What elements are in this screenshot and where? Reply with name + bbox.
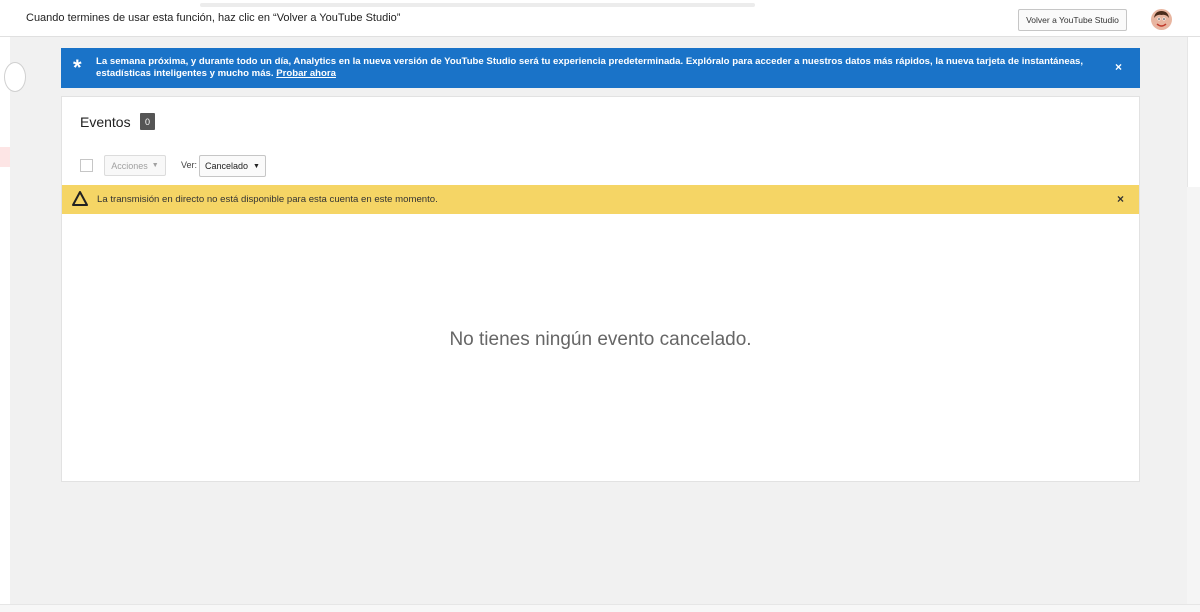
left-circle-residue xyxy=(4,62,26,92)
actions-button[interactable]: Acciones ▼ xyxy=(104,155,166,176)
select-all-checkbox[interactable] xyxy=(80,159,93,172)
warning-banner: La transmisión en directo no está dispon… xyxy=(62,185,1139,214)
avatar[interactable] xyxy=(1151,9,1172,30)
top-banner: Cuando termines de usar esta función, ha… xyxy=(0,0,1200,37)
close-icon[interactable]: × xyxy=(1117,192,1124,206)
info-banner: * La semana próxima, y durante todo un d… xyxy=(61,48,1140,88)
star-icon: * xyxy=(73,55,82,80)
try-now-link[interactable]: Probar ahora xyxy=(276,68,336,79)
warning-icon xyxy=(72,191,88,206)
right-panel-top xyxy=(1187,37,1200,187)
page-title: Eventos xyxy=(80,114,131,130)
chevron-down-icon: ▼ xyxy=(151,162,159,169)
banner-message: Cuando termines de usar esta función, ha… xyxy=(26,12,401,24)
warning-text: La transmisión en directo no está dispon… xyxy=(97,194,438,205)
events-count-badge: 0 xyxy=(140,113,155,130)
actions-label: Acciones xyxy=(111,160,148,171)
empty-state-message: No tienes ningún evento cancelado. xyxy=(449,329,752,350)
left-highlight-residue xyxy=(0,147,10,167)
close-icon[interactable]: × xyxy=(1115,61,1122,73)
back-to-studio-button[interactable]: Volver a YouTube Studio xyxy=(1018,9,1127,31)
page-residue-bar xyxy=(200,3,755,7)
left-sidebar-residue xyxy=(0,37,26,612)
view-filter-select[interactable]: Cancelado ▼ xyxy=(199,155,266,177)
info-banner-text: La semana próxima, y durante todo un día… xyxy=(96,56,1096,80)
view-label: Ver: xyxy=(181,160,198,170)
info-banner-message: La semana próxima, y durante todo un día… xyxy=(96,56,1084,79)
bottom-bar-residue xyxy=(0,604,1200,612)
view-filter-value: Cancelado xyxy=(205,161,249,171)
chevron-down-icon: ▼ xyxy=(253,162,260,170)
events-card: Eventos 0 Acciones ▼ Ver: Cancelado ▼ La… xyxy=(61,96,1140,482)
right-panel-residue xyxy=(1187,37,1200,612)
